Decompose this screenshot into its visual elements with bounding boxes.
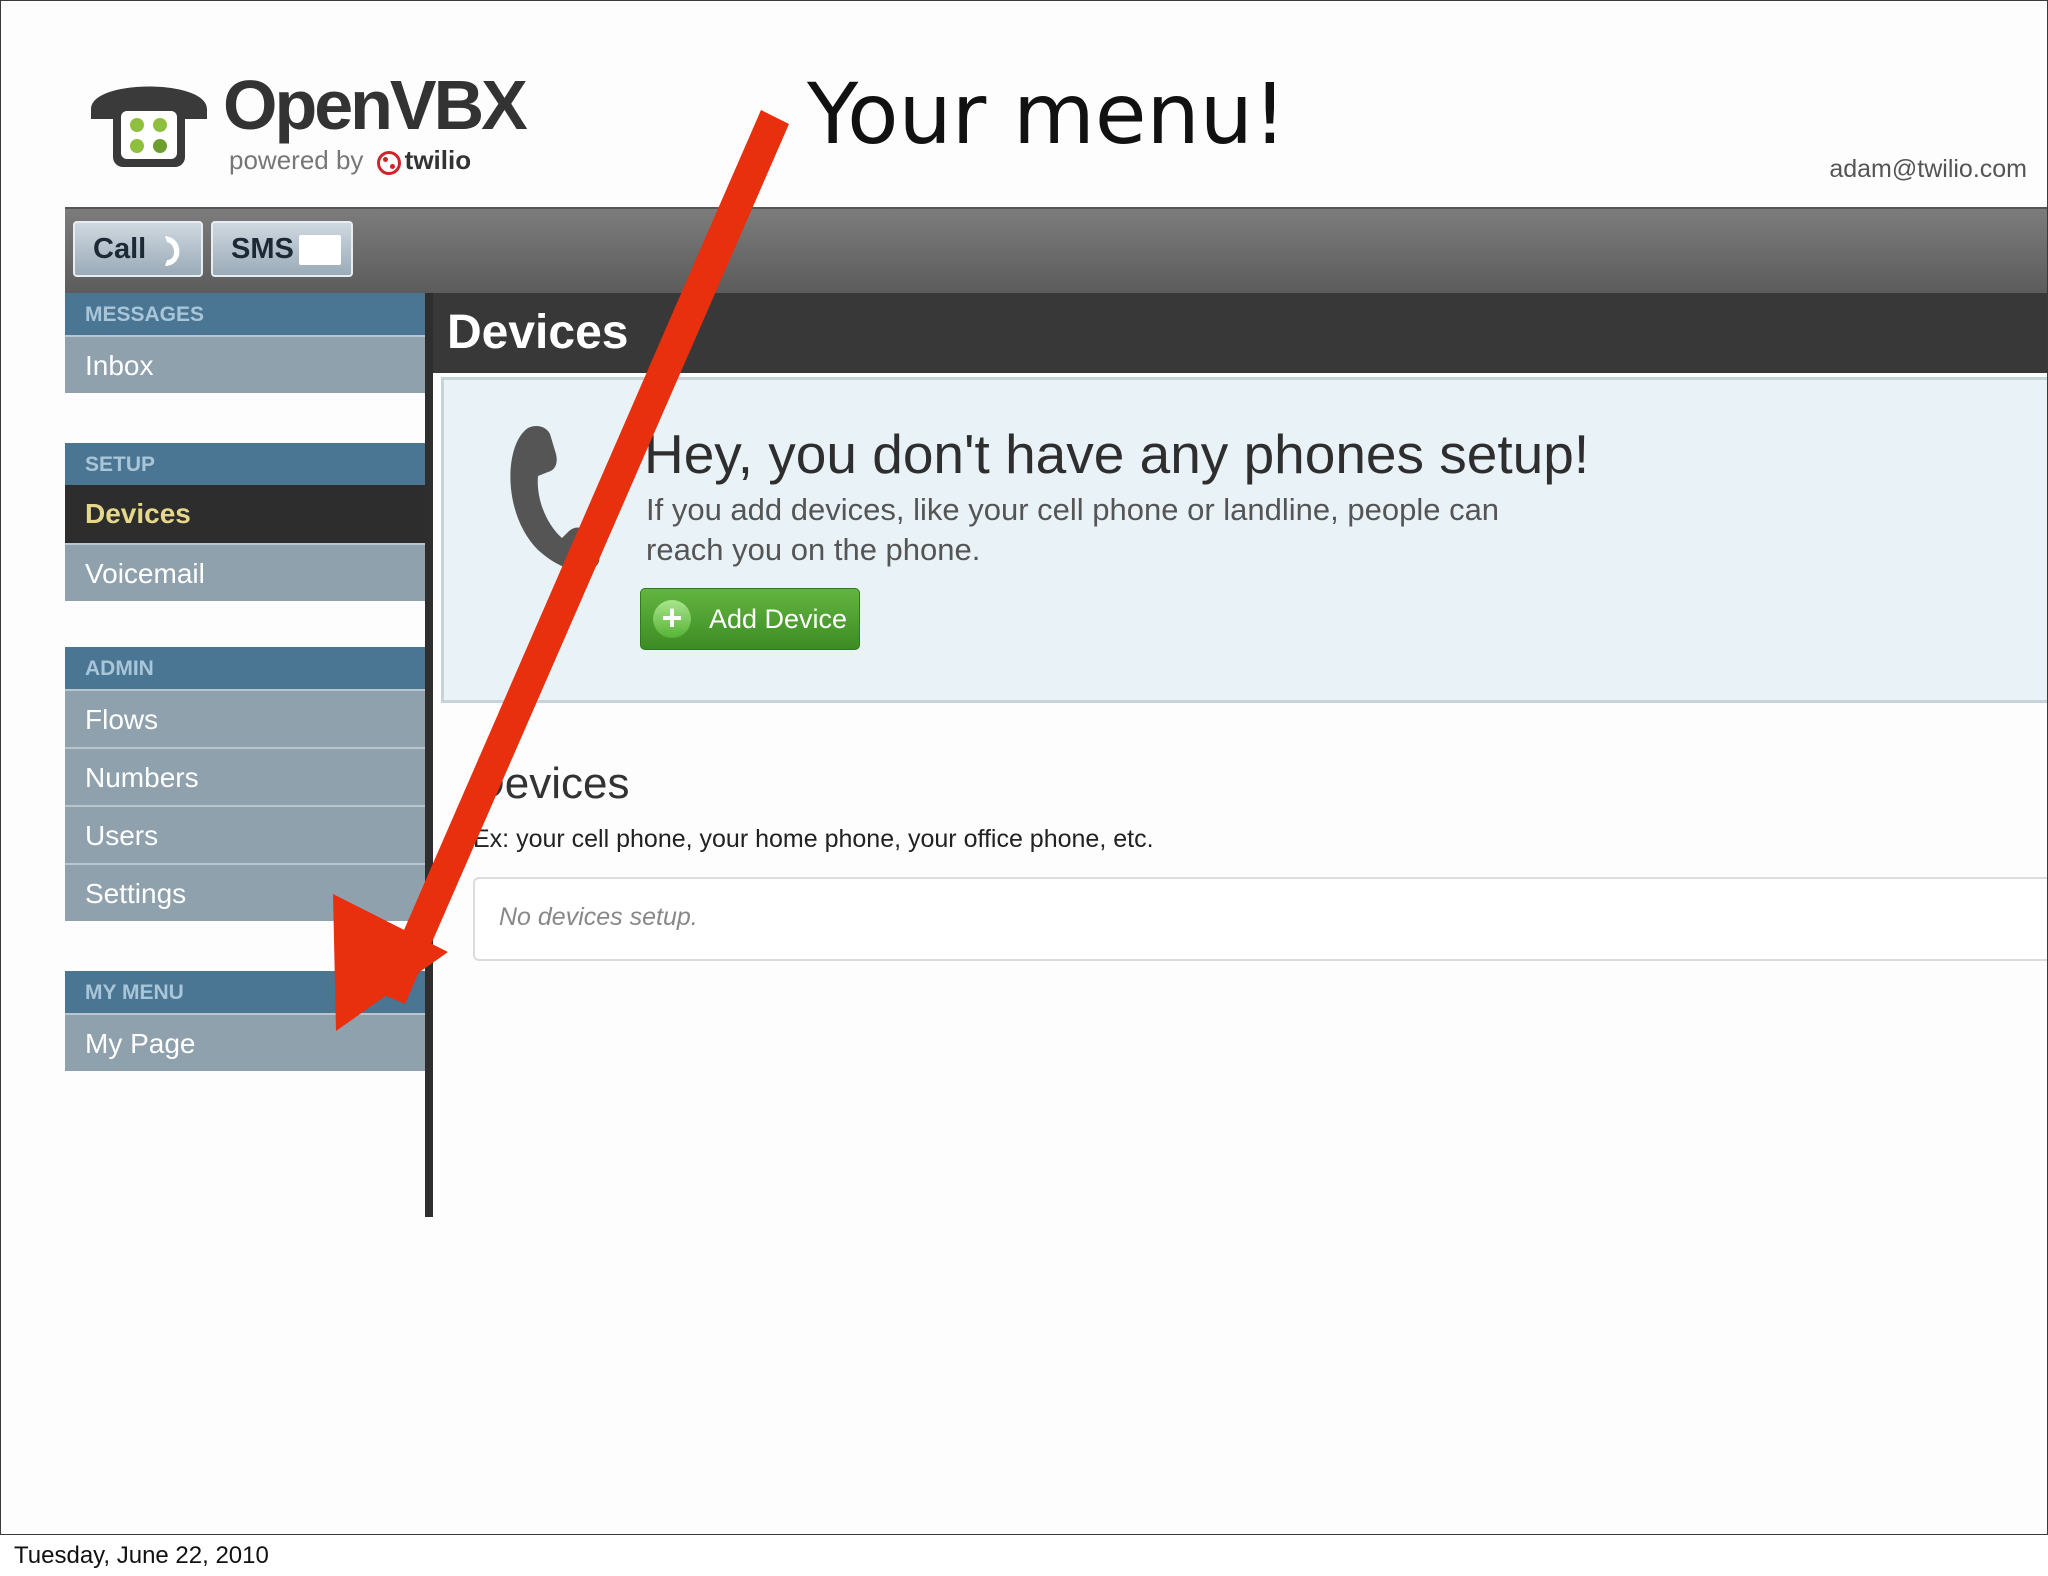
sidebar-item-my-page[interactable]: My Page [65,1013,425,1071]
devices-section-heading: Devices [473,759,630,808]
sidebar-group-admin: ADMIN Flows Numbers Users Settings [65,647,425,921]
message-icon [299,235,341,265]
sidebar-group-setup: SETUP Devices Voicemail [65,443,425,601]
sidebar-header-setup: SETUP [65,443,425,485]
add-device-button[interactable]: + Add Device [640,588,860,650]
user-email[interactable]: adam@twilio.com [1829,155,2027,184]
sidebar-group-my-menu: MY MENU My Page [65,971,425,1071]
call-button[interactable]: Call [73,221,203,277]
powered-by-label: powered by [229,145,364,175]
page-title: Devices [447,306,629,359]
sidebar-group-messages: MESSAGES Inbox [65,293,425,393]
sidebar-item-voicemail[interactable]: Voicemail [65,543,425,601]
slide-footer-date: Tuesday, June 22, 2010 [14,1542,269,1569]
phone-logo-icon [91,86,207,167]
slide: OpenVBX powered by twilio Your menu! ada… [0,0,2048,1535]
partner-name: twilio [404,145,472,175]
content-title-bar: Devices [433,293,2047,373]
twilio-logo-icon [376,151,401,175]
empty-state-description: If you add devices, like your cell phone… [646,492,1500,567]
annotation-label: Your menu! [807,65,1287,163]
phone-handset-icon [510,426,600,571]
brand-name: OpenVBX [223,66,528,144]
top-toolbar: Call SMS [65,207,2047,293]
plus-icon: + [653,600,691,638]
sidebar-item-inbox[interactable]: Inbox [65,335,425,393]
sidebar-header-messages: MESSAGES [65,293,425,335]
devices-section-hint: Ex: your cell phone, your home phone, yo… [473,825,1154,853]
sms-button[interactable]: SMS [211,221,353,277]
add-device-label: Add Device [709,604,848,634]
sidebar-item-devices[interactable]: Devices [65,485,425,543]
openvbx-logo[interactable]: OpenVBX powered by twilio [83,65,528,185]
sidebar-item-flows[interactable]: Flows [65,689,425,747]
empty-state-banner: Hey, you don't have any phones setup! If… [441,377,2047,703]
call-button-label: Call [93,233,147,265]
devices-empty-message: No devices setup. [499,903,698,931]
sidebar-header-my-menu: MY MENU [65,971,425,1013]
sidebar-item-numbers[interactable]: Numbers [65,747,425,805]
sidebar-header-admin: ADMIN [65,647,425,689]
sidebar-item-settings[interactable]: Settings [65,863,425,921]
devices-list: No devices setup. [473,877,2047,961]
sidebar-divider [425,293,433,1217]
powered-by: powered by twilio [229,145,471,176]
sms-button-label: SMS [231,233,294,265]
empty-state-title: Hey, you don't have any phones setup! [644,423,1590,485]
phone-icon [165,236,180,266]
sidebar-item-users[interactable]: Users [65,805,425,863]
